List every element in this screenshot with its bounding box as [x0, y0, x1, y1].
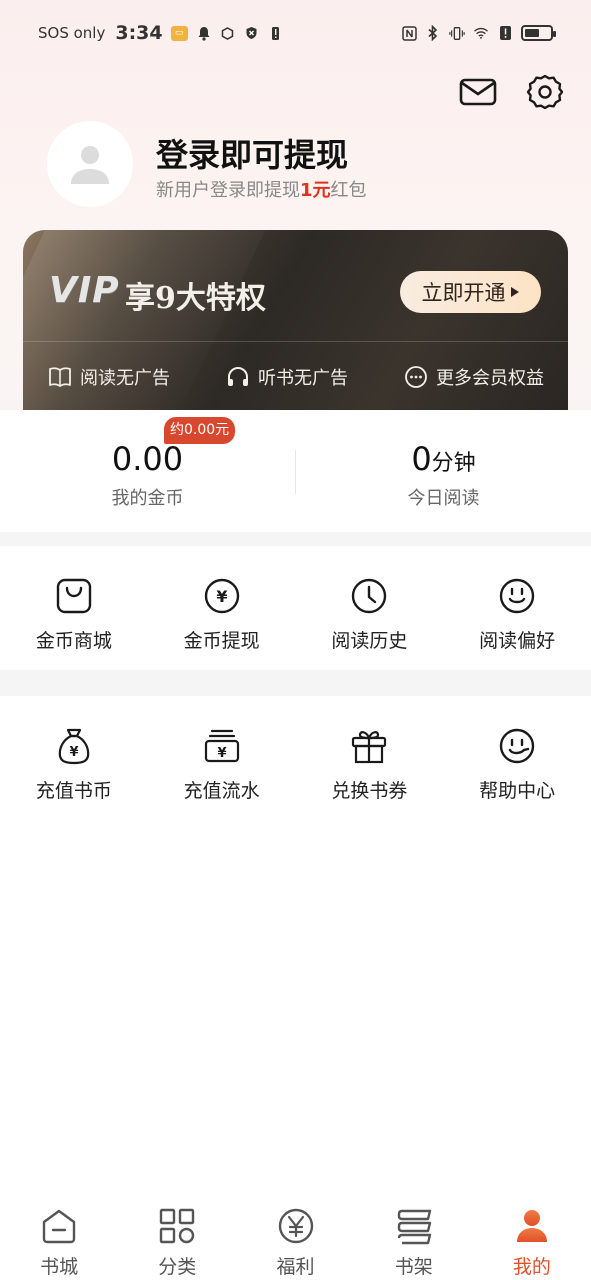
bell-icon: [196, 25, 212, 41]
battery-icon: [521, 25, 556, 41]
smiley-icon: [497, 576, 537, 616]
bookshelf-icon: [394, 1206, 434, 1246]
nav-label: 分类: [158, 1256, 197, 1278]
play-arrow-icon: [510, 287, 519, 297]
login-title[interactable]: 登录即可提现: [156, 130, 348, 176]
money-bag-icon: ¥: [54, 726, 94, 766]
reading-stat[interactable]: 0分钟 今日阅读: [296, 410, 591, 532]
vip-logo: VIP: [49, 270, 120, 311]
nav-bookshelf[interactable]: 书架: [355, 1196, 473, 1280]
grid-item-recharge-coins[interactable]: ¥ 充值书币: [0, 726, 148, 826]
nav-label: 书城: [40, 1256, 79, 1278]
yen-circle-icon: [276, 1206, 316, 1246]
gear-icon[interactable]: [525, 72, 565, 112]
grid-item-coin-mall[interactable]: 金币商城: [0, 576, 148, 670]
shopping-bag-icon: [54, 576, 94, 616]
section-gap: [0, 670, 591, 696]
reading-value: 0分钟: [296, 440, 591, 478]
grid-section-2: ¥ 充值书币 ¥ 充值流水 兑换书券 帮助中心: [0, 696, 591, 826]
shield-x-icon: [244, 25, 260, 41]
grid-label: 充值流水: [183, 780, 260, 802]
vip-benefit-label: 更多会员权益: [436, 368, 544, 389]
coins-label: 我的金币: [111, 488, 184, 509]
vip-benefit-reading[interactable]: 阅读无广告: [48, 364, 170, 390]
grid-item-redeem-voucher[interactable]: 兑换书券: [296, 726, 444, 826]
vibrate-icon: [449, 25, 465, 41]
category-icon: [157, 1206, 197, 1246]
book-icon: [49, 367, 71, 387]
grid-item-help-center[interactable]: 帮助中心: [443, 726, 591, 826]
vip-benefit-audio[interactable]: 听书无广告: [226, 364, 348, 390]
wifi-icon: [473, 25, 489, 41]
nfc-icon: [401, 25, 417, 41]
svg-text:¥: ¥: [216, 587, 227, 606]
nav-label: 书架: [394, 1256, 433, 1278]
nav-label: 我的: [512, 1256, 551, 1278]
mail-icon[interactable]: [458, 72, 498, 112]
grid-label: 金币提现: [183, 630, 260, 652]
stats-divider: [295, 450, 296, 494]
svg-text:¥: ¥: [217, 746, 226, 761]
reading-value-unit: 分钟: [431, 451, 476, 476]
vip-benefits: 阅读无广告 听书无广告 更多会员权益: [23, 342, 568, 412]
headphones-icon: [228, 367, 248, 386]
gift-icon: [349, 726, 389, 766]
clock-icon: [349, 576, 389, 616]
cube-icon: [220, 25, 236, 41]
login-subtitle-suffix: 红包: [330, 180, 367, 201]
grid-item-recharge-history[interactable]: ¥ 充值流水: [148, 726, 296, 826]
carrier-text: SOS only: [38, 24, 106, 42]
grid-section-1: 金币商城 ¥ 金币提现 阅读历史 阅读偏好: [0, 546, 591, 670]
avatar[interactable]: [47, 121, 133, 207]
home-icon: [39, 1206, 79, 1246]
login-subtitle: 新用户登录即提现1元红包: [156, 176, 367, 202]
svg-text:¥: ¥: [69, 745, 78, 760]
coins-badge: 约0.00元: [164, 417, 236, 444]
app-notification-icon: ▭: [170, 25, 188, 41]
vip-benefit-label: 阅读无广告: [80, 368, 170, 389]
coins-value: 0.00: [111, 440, 184, 478]
login-subtitle-amount: 1元: [300, 180, 331, 201]
grid-label: 阅读偏好: [479, 630, 556, 652]
vip-open-button-label: 立即开通: [421, 281, 506, 305]
section-gap: [0, 532, 591, 546]
grid-item-reading-preference[interactable]: 阅读偏好: [443, 576, 591, 670]
bluetooth-icon: [425, 25, 441, 41]
clock-time: 3:34: [115, 22, 163, 44]
vip-benefit-label: 听书无广告: [258, 368, 348, 389]
person-icon: [512, 1206, 552, 1246]
status-bar: SOS only 3:34 ▭: [0, 0, 591, 66]
reading-label: 今日阅读: [407, 488, 480, 509]
nav-label: 福利: [276, 1256, 315, 1278]
grid-label: 阅读历史: [331, 630, 408, 652]
wallet-yen-icon: ¥: [202, 726, 242, 766]
vip-card[interactable]: VIP 享9大特权 立即开通 阅读无广告 听书无广告 更多会员权益: [23, 230, 568, 412]
vip-benefit-more[interactable]: 更多会员权益: [404, 364, 544, 390]
reading-value-number: 0: [411, 440, 432, 478]
more-icon: [405, 366, 427, 388]
grid-label: 充值书币: [35, 780, 112, 802]
person-placeholder-icon: [71, 146, 109, 184]
nav-category[interactable]: 分类: [118, 1196, 236, 1280]
nav-mine[interactable]: 我的: [473, 1196, 591, 1280]
bottom-nav: 书城 分类 福利 书架 我的: [0, 1196, 591, 1280]
grid-item-coin-withdraw[interactable]: ¥ 金币提现: [148, 576, 296, 670]
grid-label: 金币商城: [35, 630, 112, 652]
grid-item-reading-history[interactable]: 阅读历史: [296, 576, 444, 670]
grid-label: 帮助中心: [479, 780, 556, 802]
alert-icon: [268, 25, 284, 41]
signal-alert-icon: [497, 25, 513, 41]
vip-open-button[interactable]: 立即开通: [400, 271, 541, 313]
coins-stat[interactable]: 0.00 我的金币 约0.00元: [0, 410, 295, 532]
nav-bookstore[interactable]: 书城: [0, 1196, 118, 1280]
vip-title: 享9大特权: [125, 281, 266, 316]
nav-welfare[interactable]: 福利: [236, 1196, 354, 1280]
support-icon: [497, 726, 537, 766]
login-subtitle-prefix: 新用户登录即提现: [156, 180, 300, 201]
grid-label: 兑换书券: [331, 780, 408, 802]
yen-coin-icon: ¥: [202, 576, 242, 616]
